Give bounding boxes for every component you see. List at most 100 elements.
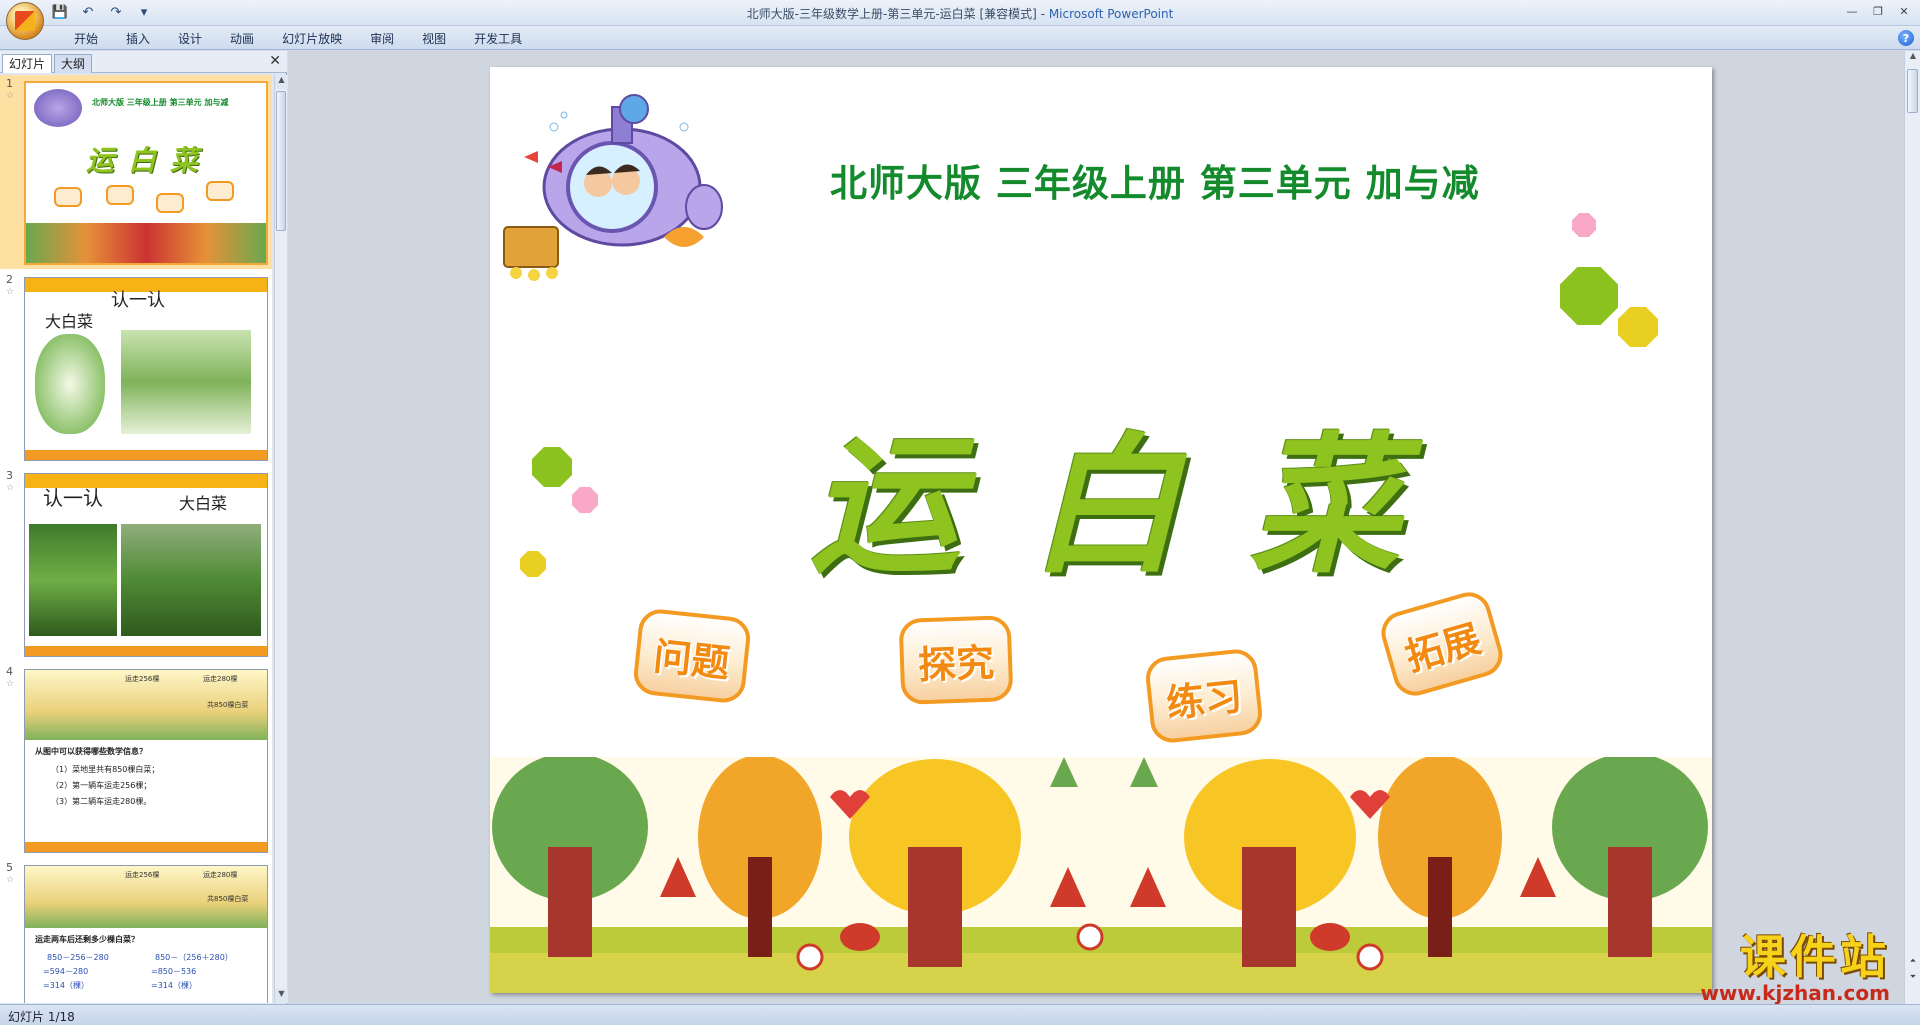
tab-slides[interactable]: 幻灯片: [2, 54, 53, 73]
slide-scrollbar[interactable]: ▲ ⏶ ⏷: [1904, 51, 1920, 1004]
thumb-line: =314（棵）: [43, 981, 89, 990]
pink-dot: [572, 487, 598, 513]
help-icon[interactable]: ?: [1898, 30, 1914, 46]
thumb-line: （2）第一辆车运走256棵；: [51, 781, 152, 790]
slides-panel: 幻灯片 大纲 ✕ 1 ☆ 北师大版 三年级上册 第三单元 加与减 运白菜 2 ☆: [0, 51, 288, 1004]
tab-outline[interactable]: 大纲: [54, 54, 93, 73]
tab-home[interactable]: 开始: [60, 30, 112, 48]
cabbage-field-photo: [121, 330, 251, 434]
slide-thumbnail-3[interactable]: 3 ☆ 认一认 大白菜: [0, 467, 272, 661]
previous-slide-icon[interactable]: ⏶: [1907, 956, 1919, 968]
slide-thumbnail-4[interactable]: 4 ☆ 运走256棵 运走280棵 共850棵白菜 从图中可以获得哪些数学信息？…: [0, 663, 272, 857]
slide-number: 4: [6, 665, 13, 678]
submarine-image: [34, 89, 82, 127]
submarine-illustration: [503, 94, 723, 281]
ribbon-tabs: 开始 插入 设计 动画 幻灯片放映 审阅 视图 开发工具 ?: [0, 26, 1920, 50]
trees-image: [26, 223, 266, 263]
badge-explore[interactable]: 探究: [898, 615, 1014, 705]
badge-question[interactable]: 问题: [631, 607, 753, 705]
thumb-heading: 认一认: [111, 290, 165, 311]
thumbnail-preview: 运走256棵 运走280棵 共850棵白菜 运走两车后还剩多少棵白菜？ 850－…: [24, 865, 268, 1003]
pink-dot: [1572, 213, 1596, 237]
thumb-footer-bar: [25, 842, 267, 852]
animation-star-icon: ☆: [6, 91, 15, 101]
slide-counter: 幻灯片 1/18: [8, 1010, 75, 1024]
tab-review[interactable]: 审阅: [356, 30, 408, 48]
thumb-badge: [206, 181, 234, 201]
tab-animations[interactable]: 动画: [216, 30, 268, 48]
thumb-question: 运走两车后还剩多少棵白菜？: [35, 935, 139, 944]
minimize-icon[interactable]: —: [1840, 2, 1864, 20]
thumbnail-preview: 认一认 大白菜: [24, 277, 268, 461]
thumb-badge: [156, 193, 184, 213]
tab-view[interactable]: 视图: [408, 30, 460, 48]
status-bar: 幻灯片 1/18: [0, 1004, 1920, 1025]
cabbage-photo: [35, 334, 105, 434]
thumb-subtitle: 北师大版 三年级上册 第三单元 加与减: [92, 98, 229, 107]
scroll-thumb[interactable]: [276, 91, 286, 231]
thumbnail-scrollbar[interactable]: ▲ ▼: [274, 75, 288, 1003]
thumb-title: 运白菜: [86, 144, 213, 177]
yellow-dot: [520, 551, 546, 577]
animation-star-icon: ☆: [6, 679, 15, 689]
maximize-icon[interactable]: ❐: [1866, 2, 1890, 20]
watermark-logo: 课件站: [1740, 930, 1890, 984]
current-slide[interactable]: 北师大版 三年级上册 第三单元 加与减 运白菜 问题 探究 练习 拓展: [490, 67, 1712, 993]
thumb-tag: 共850棵白菜: [207, 895, 249, 903]
office-logo-icon: [15, 11, 35, 31]
badge-extend[interactable]: 拓展: [1376, 587, 1508, 701]
thumb-line: =850－536: [151, 967, 197, 976]
thumb-footer-bar: [25, 646, 267, 656]
animation-star-icon: ☆: [6, 875, 15, 885]
office-button[interactable]: [6, 2, 44, 40]
slide-subtitle: 北师大版 三年级上册 第三单元 加与减: [830, 162, 1480, 205]
thumb-badge: [106, 185, 134, 205]
thumbnail-list: 1 ☆ 北师大版 三年级上册 第三单元 加与减 运白菜 2 ☆ 认一认 大白菜: [0, 75, 272, 1003]
thumb-tag: 运走256棵: [125, 675, 160, 683]
window-title: 北师大版-三年级数学上册-第三单元-运白菜 [兼容模式] - Microsoft…: [0, 5, 1920, 22]
cabbage-rows-photo: [29, 524, 117, 636]
thumb-tag: 运走256棵: [125, 871, 160, 879]
green-octagon: [1560, 267, 1618, 325]
title-bar: 💾 ↶ ↷ ▾ 北师大版-三年级数学上册-第三单元-运白菜 [兼容模式] - M…: [0, 0, 1920, 40]
slide-title: 运白菜: [810, 418, 1471, 594]
thumb-question: 从图中可以获得哪些数学信息？: [35, 747, 147, 756]
thumb-label: 大白菜: [45, 312, 94, 331]
scroll-thumb[interactable]: [1907, 69, 1918, 113]
thumb-line: （3）第二辆车运走280棵。: [51, 797, 152, 806]
thumb-heading: 认一认: [43, 486, 103, 510]
forest-illustration: [490, 757, 1712, 993]
app-name: Microsoft PowerPoint: [1048, 7, 1174, 21]
thumbnail-preview: 运走256棵 运走280棵 共850棵白菜 从图中可以获得哪些数学信息？ （1）…: [24, 669, 268, 853]
thumb-line: =594－280: [43, 967, 89, 976]
thumb-line: =314（棵）: [151, 981, 197, 990]
scroll-up-icon[interactable]: ▲: [1905, 51, 1920, 65]
animation-star-icon: ☆: [6, 287, 15, 297]
tab-insert[interactable]: 插入: [112, 30, 164, 48]
green-octagon: [532, 447, 572, 487]
slide-number: 2: [6, 273, 13, 286]
yellow-octagon: [1618, 307, 1658, 347]
slide-number: 5: [6, 861, 13, 874]
tab-slideshow[interactable]: 幻灯片放映: [268, 30, 356, 48]
badge-practice[interactable]: 练习: [1143, 647, 1265, 745]
scroll-down-icon[interactable]: ▼: [275, 989, 288, 1003]
thumb-tag: 运走280棵: [203, 871, 238, 879]
tab-developer[interactable]: 开发工具: [460, 30, 536, 48]
scroll-up-icon[interactable]: ▲: [275, 75, 288, 89]
slide-thumbnail-2[interactable]: 2 ☆ 认一认 大白菜: [0, 271, 272, 465]
thumb-line: 850－（256＋280）: [155, 953, 233, 962]
close-panel-icon[interactable]: ✕: [269, 53, 281, 69]
thumb-footer-bar: [25, 450, 267, 460]
cabbage-field-photo: [121, 524, 261, 636]
thumbnail-preview: 北师大版 三年级上册 第三单元 加与减 运白菜: [24, 81, 268, 265]
tab-design[interactable]: 设计: [164, 30, 216, 48]
slide-number: 1: [6, 77, 13, 90]
slide-thumbnail-1[interactable]: 1 ☆ 北师大版 三年级上册 第三单元 加与减 运白菜: [0, 75, 272, 269]
thumb-line: 850－256－280: [47, 953, 109, 962]
slide-number: 3: [6, 469, 13, 482]
close-window-icon[interactable]: ✕: [1892, 2, 1916, 20]
next-slide-icon[interactable]: ⏷: [1907, 972, 1919, 984]
panel-tabs: 幻灯片 大纲 ✕: [0, 51, 287, 73]
slide-thumbnail-5[interactable]: 5 ☆ 运走256棵 运走280棵 共850棵白菜 运走两车后还剩多少棵白菜？ …: [0, 859, 272, 1003]
